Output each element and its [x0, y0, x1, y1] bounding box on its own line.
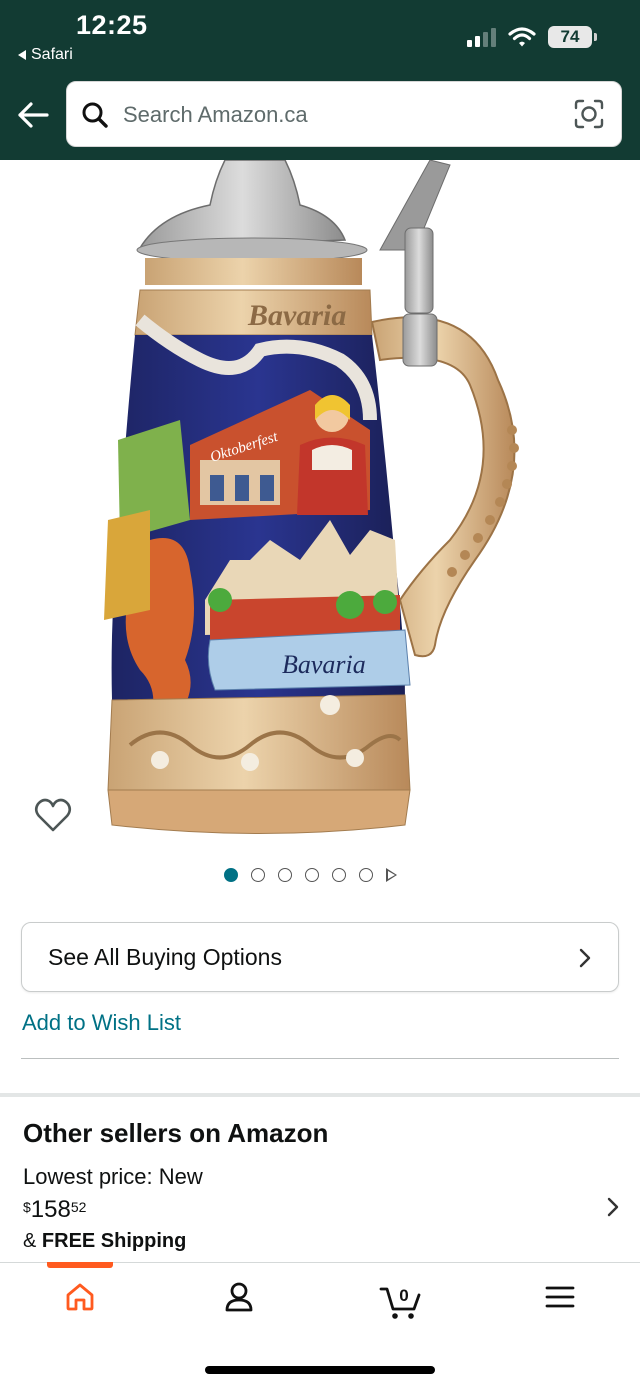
gallery-dot[interactable]: [305, 868, 319, 882]
image-gallery-dots[interactable]: [224, 868, 397, 882]
cellular-signal-icon: [467, 27, 496, 47]
add-to-wish-list-link[interactable]: Add to Wish List: [22, 1010, 181, 1036]
section-divider: [0, 1093, 640, 1097]
lowest-price[interactable]: $ 158 52: [23, 1196, 86, 1224]
nav-home[interactable]: [50, 1281, 110, 1321]
price-whole: 158: [30, 1196, 71, 1223]
product-image[interactable]: Bavaria Oktoberfest Bavaria: [100, 160, 540, 840]
menu-icon: [545, 1286, 575, 1308]
divider: [21, 1058, 619, 1059]
search-input[interactable]: [123, 100, 553, 130]
chevron-right-icon: [579, 948, 591, 968]
other-sellers-chevron-icon[interactable]: [606, 1196, 620, 1218]
other-sellers-title: Other sellers on Amazon: [23, 1118, 329, 1148]
gallery-video-play-icon[interactable]: [386, 868, 397, 882]
lowest-price-label[interactable]: Lowest price: New: [23, 1164, 203, 1190]
home-indicator: [205, 1366, 435, 1374]
heart-wishlist-icon[interactable]: [34, 797, 72, 833]
buying-options-label: See All Buying Options: [48, 943, 282, 970]
gallery-dot-active[interactable]: [224, 868, 238, 882]
shipping-prefix: &: [23, 1230, 42, 1252]
nav-menu[interactable]: [530, 1281, 590, 1321]
active-tab-indicator: [47, 1262, 113, 1268]
wifi-icon: [508, 27, 536, 47]
battery-level: 74: [560, 27, 580, 46]
back-arrow-icon[interactable]: [16, 100, 50, 130]
see-all-buying-options-button[interactable]: See All Buying Options: [21, 922, 619, 992]
battery-indicator: 74: [548, 26, 597, 48]
search-bar[interactable]: [66, 81, 622, 147]
home-icon: [66, 1283, 94, 1311]
cart-count: 0: [399, 1286, 408, 1305]
stein-banner-text: Bavaria: [282, 650, 366, 679]
status-time: 12:25: [76, 10, 148, 40]
camera-scan-icon[interactable]: [573, 98, 605, 130]
app-header: 12:25 Safari 74: [0, 0, 640, 160]
stein-top-text: Bavaria: [247, 299, 346, 332]
nav-cart[interactable]: 0: [370, 1281, 430, 1321]
status-icons: 74: [467, 26, 597, 48]
cart-icon: 0: [379, 1286, 421, 1319]
search-icon: [82, 102, 108, 128]
back-app-label: Safari: [31, 46, 73, 63]
shipping-info: & FREE Shipping: [23, 1230, 186, 1253]
back-to-app-link[interactable]: Safari: [18, 46, 73, 64]
nav-account[interactable]: [209, 1281, 269, 1321]
gallery-dot[interactable]: [359, 868, 373, 882]
gallery-dot[interactable]: [332, 868, 346, 882]
user-icon: [225, 1282, 253, 1312]
bottom-navigation: 0: [0, 1262, 640, 1385]
free-shipping-label: FREE Shipping: [41, 1230, 187, 1252]
price-fraction: 52: [70, 1199, 87, 1215]
price-symbol: $: [23, 1199, 31, 1215]
back-triangle-icon: [18, 50, 26, 60]
gallery-dot[interactable]: [251, 868, 265, 882]
gallery-dot[interactable]: [278, 868, 292, 882]
